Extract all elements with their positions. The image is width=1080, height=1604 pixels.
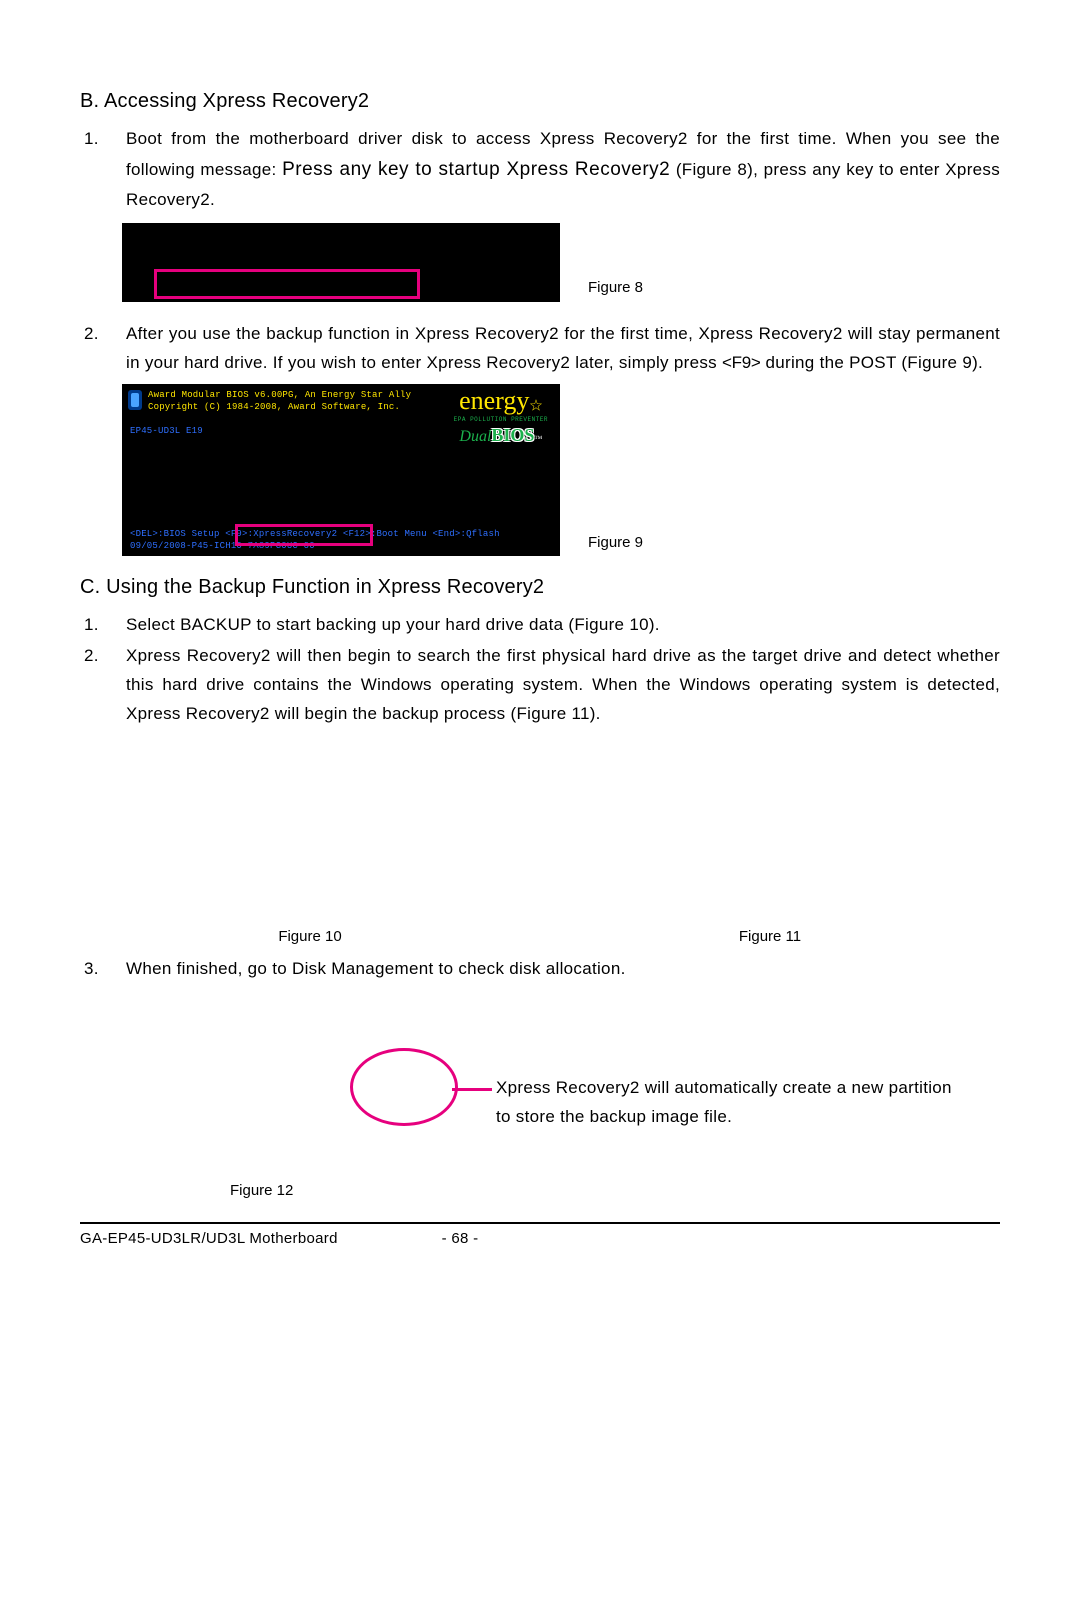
figure-10-11-row: Figure 10 Figure 11	[80, 928, 1000, 945]
text: Select	[126, 615, 180, 634]
figure-11-caption: Figure 11	[540, 928, 1000, 945]
bios-line-3: EP45-UD3L E19	[130, 426, 203, 436]
page-footer: GA-EP45-UD3LR/UD3L Motherboard - 68 -	[80, 1230, 1000, 1247]
figure-9-image: Award Modular BIOS v6.00PG, An Energy St…	[122, 384, 560, 556]
disk-management-label: Disk Management	[292, 959, 434, 978]
bios-line-1: Award Modular BIOS v6.00PG, An Energy St…	[148, 390, 411, 400]
figure-8-image	[122, 223, 560, 302]
list-body: After you use the backup function in Xpr…	[126, 320, 1000, 378]
section-c-item-3: 3. When finished, go to Disk Management …	[80, 955, 1000, 984]
callout-line	[452, 1088, 492, 1091]
section-b-item-2: 2. After you use the backup function in …	[80, 320, 1000, 378]
document-page: B. Accessing Xpress Recovery2 1. Boot fr…	[0, 0, 1080, 1604]
section-c-item-2: 2. Xpress Recovery2 will then begin to s…	[80, 642, 1000, 729]
figure-8: Figure 8	[122, 223, 1000, 302]
text: BIOS	[491, 425, 534, 445]
list-number: 1.	[80, 611, 126, 640]
energy-text: energy	[459, 386, 529, 415]
list-number: 3.	[80, 955, 126, 984]
callout-ellipse	[350, 1048, 458, 1126]
list-body: When finished, go to Disk Management to …	[126, 955, 1000, 984]
section-c-heading: C. Using the Backup Function in Xpress R…	[80, 576, 1000, 599]
backup-label: BACKUP	[180, 615, 251, 634]
text: to start backing up your hard drive data…	[251, 615, 659, 634]
press-any-key-text: Press any key to startup Xpress Recovery…	[282, 159, 670, 180]
footer-page-number: - 68 -	[420, 1230, 500, 1247]
section-c-item-1: 1. Select BACKUP to start backing up you…	[80, 611, 1000, 640]
text: to check disk allocation.	[434, 959, 626, 978]
section-b-item-1: 1. Boot from the motherboard driver disk…	[80, 125, 1000, 215]
list-body: Select BACKUP to start backing up your h…	[126, 611, 1000, 640]
dual-bios-logo: DualBIOS™	[454, 425, 548, 446]
figure-10-caption: Figure 10	[80, 928, 540, 945]
figure-8-caption: Figure 8	[588, 279, 643, 296]
text: Dual	[459, 428, 491, 445]
section-b-heading: B. Accessing Xpress Recovery2	[80, 90, 1000, 113]
footer-rule	[80, 1222, 1000, 1224]
text: during the POST (Figure 9).	[760, 353, 983, 372]
figure-9: Award Modular BIOS v6.00PG, An Energy St…	[122, 384, 1000, 556]
bios-line-2: Copyright (C) 1984-2008, Award Software,…	[148, 402, 400, 412]
footer-product: GA-EP45-UD3LR/UD3L Motherboard	[80, 1230, 420, 1247]
figure-12-caption: Figure 12	[230, 1182, 293, 1199]
list-number: 2.	[80, 320, 126, 378]
text: <DEL>:BIOS Setup <F	[130, 529, 236, 539]
figure-12-block: Xpress Recovery2 will automatically crea…	[80, 1032, 1000, 1202]
callout-text: Xpress Recovery2 will automatically crea…	[496, 1074, 956, 1132]
energy-star-logo: energy☆ EPA POLLUTION PREVENTER DualBIOS…	[454, 388, 548, 446]
text: >:Boot Menu <End>:Qflash	[365, 529, 499, 539]
list-body: Boot from the motherboard driver disk to…	[126, 125, 1000, 215]
f9-key: <F9>	[722, 353, 761, 372]
star-icon: ☆	[529, 392, 542, 418]
text: When finished, go to	[126, 959, 292, 978]
highlight-box	[154, 269, 420, 299]
list-number: 2.	[80, 642, 126, 729]
award-badge-icon	[128, 390, 142, 410]
highlight-box	[235, 524, 373, 546]
list-number: 1.	[80, 125, 126, 215]
epa-text: EPA POLLUTION PREVENTER	[454, 416, 548, 423]
figure-9-caption: Figure 9	[588, 534, 643, 556]
list-body: Xpress Recovery2 will then begin to sear…	[126, 642, 1000, 729]
